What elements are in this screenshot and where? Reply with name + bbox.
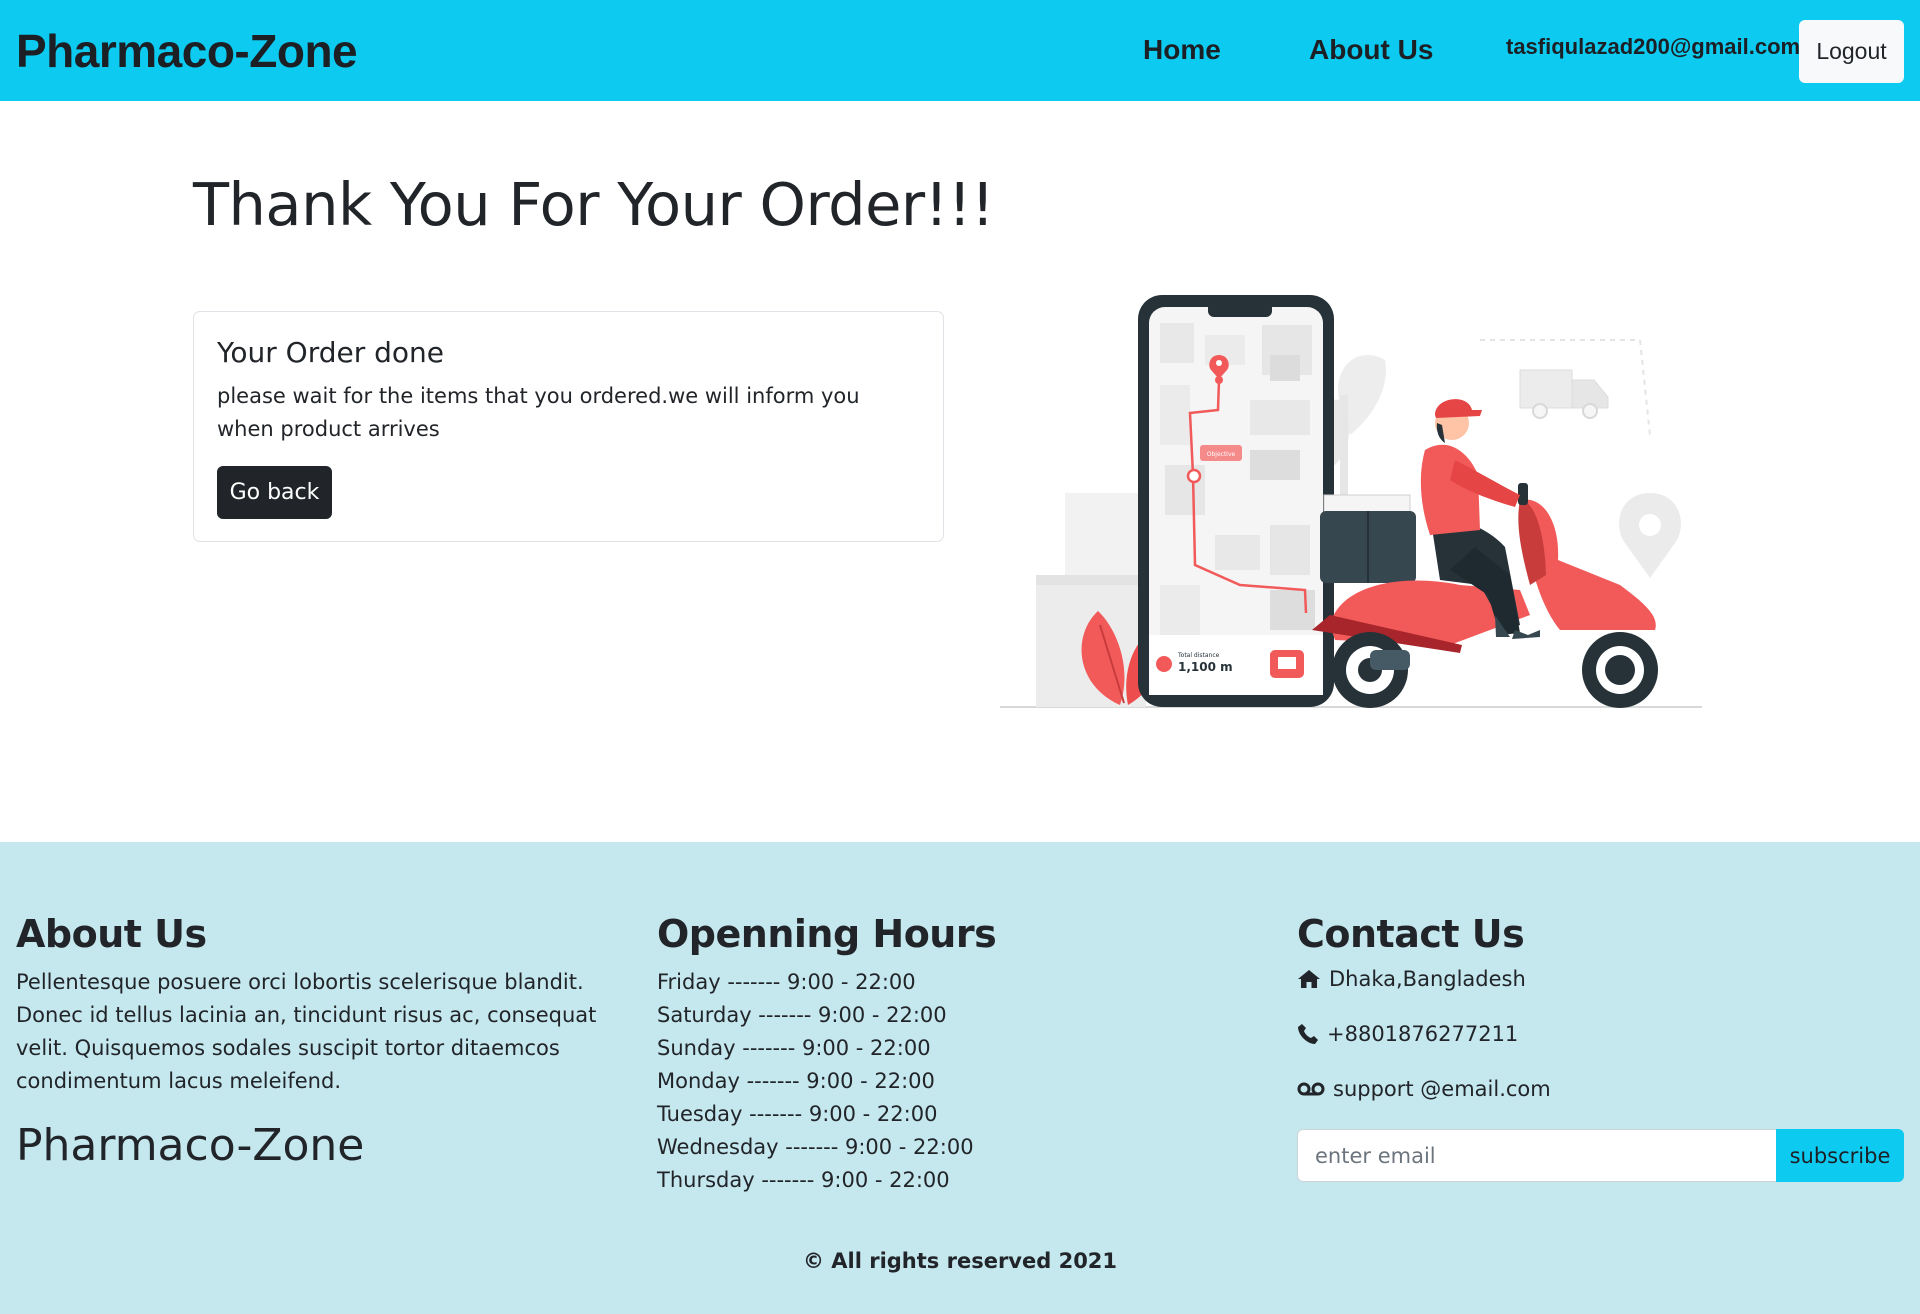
hours-item: Sunday ------- 9:00 - 22:00 xyxy=(657,1036,931,1060)
objective-label: Objective xyxy=(1207,451,1236,458)
hours-item: Saturday ------- 9:00 - 22:00 xyxy=(657,1003,947,1027)
phone-map-graphic: Objective Total distance 1,100 m xyxy=(1138,295,1334,707)
hours-item: Monday ------- 9:00 - 22:00 xyxy=(657,1069,935,1093)
order-confirmation-card: Your Order done please wait for the item… xyxy=(193,311,944,542)
contact-email: support @email.com xyxy=(1297,1077,1551,1101)
footer-about-heading: About Us xyxy=(16,912,207,956)
delivery-box xyxy=(1320,494,1416,583)
copyright: © All rights reserved 2021 xyxy=(802,1249,1118,1273)
page-title: Thank You For Your Order!!! xyxy=(193,170,995,239)
home-icon xyxy=(1298,970,1320,988)
logout-button[interactable]: Logout xyxy=(1799,20,1904,83)
card-text: please wait for the items that you order… xyxy=(217,384,860,441)
card-title: Your Order done xyxy=(217,336,445,369)
distance-value: 1,100 m xyxy=(1178,660,1233,674)
footer-contact-heading: Contact Us xyxy=(1297,912,1525,956)
hours-item: Friday ------- 9:00 - 22:00 xyxy=(657,970,916,994)
user-email: tasfiqulazad200@gmail.com xyxy=(1506,34,1801,59)
footer-hours-heading: Openning Hours xyxy=(657,912,997,956)
go-back-button[interactable]: Go back xyxy=(217,466,332,519)
subscribe-email-input[interactable] xyxy=(1297,1129,1776,1182)
distance-label: Total distance xyxy=(1177,652,1220,659)
nav-link-about-us[interactable]: About Us xyxy=(1309,34,1433,66)
truck-icon xyxy=(1519,369,1609,419)
opening-hours-list: Friday ------- 9:00 - 22:00 Saturday ---… xyxy=(657,966,974,1197)
contact-phone-text: +8801876277211 xyxy=(1327,1022,1519,1046)
hours-item: Wednesday ------- 9:00 - 22:00 xyxy=(657,1135,974,1159)
contact-address: Dhaka,Bangladesh xyxy=(1297,967,1526,991)
hours-item: Thursday ------- 9:00 - 22:00 xyxy=(657,1168,950,1192)
contact-email-text: support @email.com xyxy=(1333,1077,1551,1101)
delivery-scooter-illustration: Objective Total distance 1,100 m xyxy=(1000,295,1702,708)
brand-logo[interactable]: Pharmaco-Zone xyxy=(16,24,358,78)
phone-icon xyxy=(1298,1024,1318,1044)
voicemail-icon xyxy=(1297,1082,1325,1096)
subscribe-button[interactable]: subscribe xyxy=(1776,1129,1904,1182)
hours-item: Tuesday ------- 9:00 - 22:00 xyxy=(657,1102,938,1126)
footer-brand: Pharmaco-Zone xyxy=(16,1120,365,1171)
subscribe-form: subscribe xyxy=(1297,1129,1904,1182)
footer: About Us Pellentesque posuere orci lobor… xyxy=(0,842,1920,1314)
location-pin-icon xyxy=(1618,493,1682,578)
contact-phone: +8801876277211 xyxy=(1297,1022,1518,1046)
navbar: Pharmaco-Zone Home About Us tasfiqulazad… xyxy=(0,0,1920,101)
footer-about-text: Pellentesque posuere orci lobortis scele… xyxy=(16,970,597,1093)
nav-link-home[interactable]: Home xyxy=(1143,34,1221,66)
contact-address-text: Dhaka,Bangladesh xyxy=(1329,967,1526,991)
